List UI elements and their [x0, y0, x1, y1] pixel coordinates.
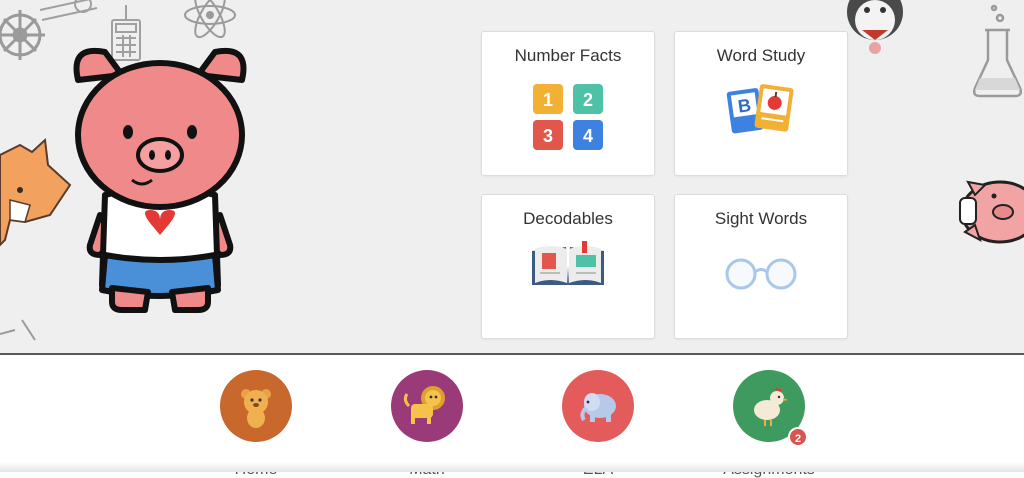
- conveyor-icon: [39, 0, 98, 21]
- lion-icon: [403, 386, 445, 424]
- pig-mascot-icon: [73, 47, 247, 313]
- gear-icon: [0, 10, 45, 60]
- word-study-card[interactable]: Word Study B: [674, 31, 848, 176]
- atom-icon: [184, 0, 236, 39]
- open-book-icon: [532, 241, 604, 285]
- assignments-count-badge: 2: [788, 427, 808, 447]
- penguin-icon: [847, 0, 903, 54]
- flashcards-icon: B: [726, 84, 794, 134]
- glasses-icon: [725, 258, 797, 290]
- decodables-card[interactable]: Decodables: [481, 194, 655, 339]
- sight-words-card[interactable]: Sight Words: [674, 194, 848, 339]
- bottom-nav: Home Math ELA: [0, 355, 1024, 478]
- bear-icon: [241, 389, 271, 428]
- tile-1: 1: [543, 90, 553, 110]
- nav-assignments[interactable]: 2 Assignments: [709, 370, 829, 478]
- flashcard-letter: B: [737, 95, 753, 117]
- number-tiles-icon: 1 2 3 4: [533, 84, 603, 150]
- flask-icon: [972, 4, 1023, 98]
- nav-ela-circle: [562, 370, 634, 442]
- bottom-edge-shadow: [0, 462, 1024, 472]
- number-facts-title: Number Facts: [514, 46, 622, 65]
- nav-ela[interactable]: ELA: [538, 370, 658, 478]
- spanner-doodle: [0, 319, 36, 341]
- tile-3: 3: [543, 126, 553, 146]
- pig-peek-icon: [959, 180, 1024, 244]
- elephant-icon: [580, 393, 616, 422]
- nav-home-circle: [220, 370, 292, 442]
- nav-home[interactable]: Home: [196, 370, 316, 478]
- sight-words-title: Sight Words: [714, 209, 808, 228]
- decodables-title: Decodables: [523, 209, 613, 228]
- nav-math[interactable]: Math: [367, 370, 487, 478]
- number-facts-card[interactable]: Number Facts 1 2 3 4: [481, 31, 655, 176]
- nav-math-circle: [391, 370, 463, 442]
- tile-4: 4: [583, 126, 593, 146]
- tile-2: 2: [583, 90, 593, 110]
- word-study-title: Word Study: [716, 46, 806, 65]
- main-stage: Number Facts 1 2 3 4 Word Study B Decoda…: [0, 0, 1024, 355]
